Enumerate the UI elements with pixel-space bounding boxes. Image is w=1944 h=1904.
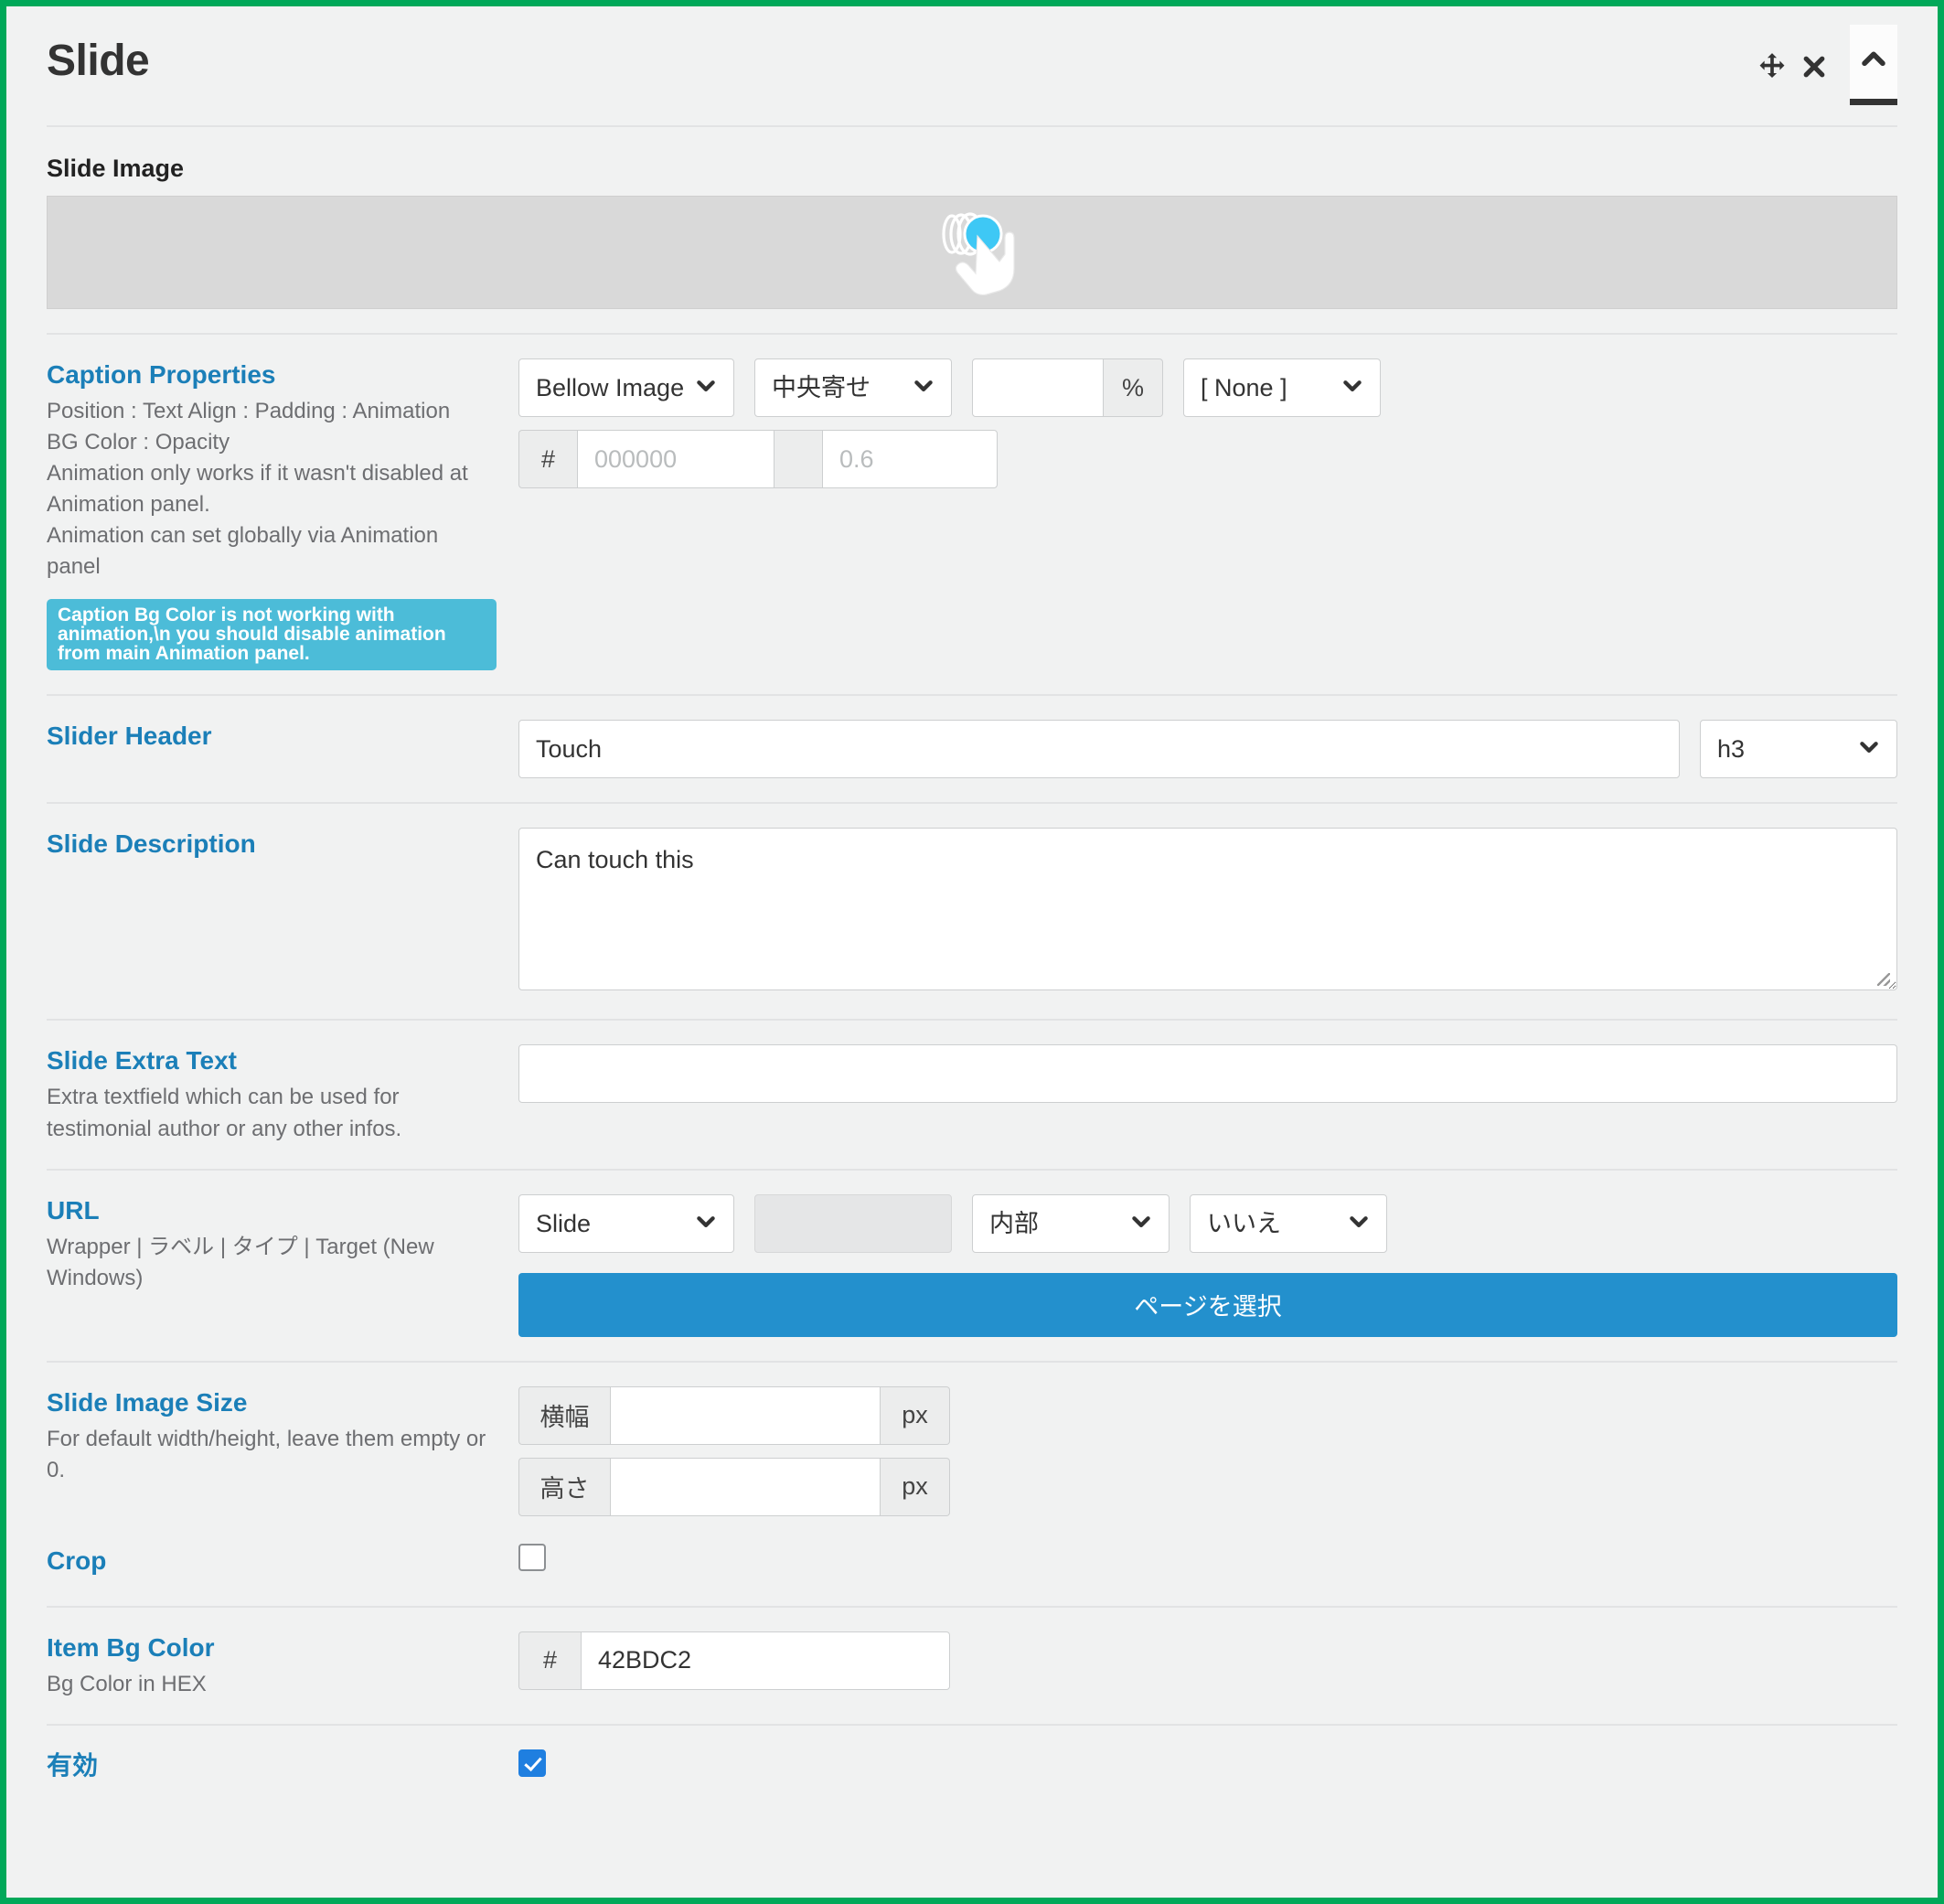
caption-desc-line-2: BG Color : Opacity: [47, 430, 230, 455]
item-bg-color-label: Item Bg Color: [47, 1632, 215, 1662]
item-bg-color-description: Bg Color in HEX: [47, 1671, 207, 1696]
slide-settings-panel: Slide Slide Image Caption Properties Pos…: [0, 0, 1944, 1904]
hash-prefix-icon: #: [518, 430, 577, 488]
slide-height-group: 高さ px: [518, 1457, 1897, 1516]
url-type-select[interactable]: 内部: [972, 1193, 1170, 1253]
slider-header-section: Slider Header h3: [47, 696, 1897, 805]
select-page-button[interactable]: ページを選択: [518, 1272, 1897, 1337]
crop-checkbox[interactable]: [518, 1543, 546, 1571]
caption-opacity-divider: [774, 430, 822, 488]
slide-image-size-section: Slide Image Size For default width/heigh…: [47, 1363, 1897, 1608]
enabled-label: 有効: [47, 1750, 99, 1780]
caption-properties-description: Position : Text Align : Padding : Animat…: [47, 396, 497, 583]
caption-position-select[interactable]: Bellow Image: [518, 358, 734, 417]
slide-image-section: Slide Image: [47, 127, 1897, 335]
slide-image-label: Slide Image: [47, 155, 185, 182]
caption-animation-select[interactable]: [ None ]: [1183, 358, 1382, 417]
slide-width-input[interactable]: [610, 1385, 881, 1445]
caption-animation-notice: Caption Bg Color is not working with ani…: [47, 599, 497, 671]
slide-height-unit: px: [881, 1457, 950, 1516]
caption-padding-input[interactable]: [972, 358, 1104, 417]
slide-image-preview[interactable]: [47, 196, 1897, 309]
caption-desc-line-3: Animation only works if it wasn't disabl…: [47, 461, 468, 518]
caption-bg-color-group: #: [518, 430, 998, 488]
caption-position-select-wrap: Bellow Image: [518, 358, 734, 417]
slider-header-label: Slider Header: [47, 722, 212, 751]
crop-label: Crop: [47, 1546, 107, 1575]
slider-header-input[interactable]: [518, 720, 1680, 779]
url-section: URL Wrapper | ラベル | タイプ | Target (New Wi…: [47, 1171, 1897, 1363]
panel-header-tools: [1751, 25, 1897, 105]
caption-text-align-select[interactable]: 中央寄せ: [754, 358, 952, 417]
url-label-input-disabled: [754, 1193, 952, 1253]
slide-width-unit: px: [881, 1385, 950, 1445]
url-type-select-wrap: 内部: [972, 1193, 1170, 1253]
caption-properties-label: Caption Properties: [47, 360, 276, 389]
slide-image-size-description: For default width/height, leave them emp…: [47, 1426, 486, 1482]
slide-extra-text-input[interactable]: [518, 1044, 1897, 1104]
touch-gesture-icon: [921, 201, 1023, 305]
item-bg-color-section: Item Bg Color Bg Color in HEX #: [47, 1608, 1897, 1726]
collapse-toggle[interactable]: [1850, 25, 1897, 105]
item-bg-color-input[interactable]: [581, 1631, 950, 1690]
slider-header-tag-select[interactable]: h3: [1700, 720, 1897, 779]
slider-header-tag-select-wrap: h3: [1700, 720, 1897, 779]
url-wrapper-select-wrap: Slide: [518, 1193, 734, 1253]
url-target-select-wrap: いいえ: [1190, 1193, 1387, 1253]
caption-desc-line-4: Animation can set globally via Animation…: [47, 523, 439, 580]
slide-image-size-label: Slide Image Size: [47, 1387, 248, 1417]
caption-animation-select-wrap: [ None ]: [1183, 358, 1382, 417]
slide-extra-text-label: Slide Extra Text: [47, 1046, 238, 1075]
hash-prefix-icon: #: [518, 1631, 581, 1690]
caption-text-align-select-wrap: 中央寄せ: [754, 358, 952, 417]
caption-bg-color-input[interactable]: [577, 430, 774, 488]
caption-desc-line-1: Position : Text Align : Padding : Animat…: [47, 399, 451, 423]
slide-description-label: Slide Description: [47, 829, 256, 859]
url-description: Wrapper | ラベル | タイプ | Target (New Window…: [47, 1234, 434, 1290]
crop-field: [518, 1543, 1897, 1571]
slide-extra-text-description: Extra textfield which can be used for te…: [47, 1085, 402, 1141]
page-title: Slide: [47, 37, 150, 85]
url-target-select[interactable]: いいえ: [1190, 1193, 1387, 1253]
slide-extra-text-section: Slide Extra Text Extra textfield which c…: [47, 1021, 1897, 1171]
slide-description-section: Slide Description Can touch this: [47, 804, 1897, 1022]
slide-width-group: 横幅 px: [518, 1385, 1897, 1445]
slide-width-addon: 横幅: [518, 1385, 610, 1445]
slide-height-input[interactable]: [610, 1457, 881, 1516]
caption-padding-unit: %: [1104, 358, 1164, 417]
panel-header: Slide: [47, 6, 1897, 127]
enabled-checkbox[interactable]: [518, 1749, 546, 1777]
caption-padding-group: %: [972, 358, 1164, 417]
slide-description-textarea[interactable]: Can touch this: [518, 828, 1897, 991]
slide-height-addon: 高さ: [518, 1457, 610, 1516]
move-icon[interactable]: [1751, 45, 1793, 89]
item-bg-color-group: #: [518, 1631, 1897, 1690]
enabled-section: 有効: [47, 1726, 1897, 1811]
caption-opacity-input[interactable]: [822, 430, 998, 488]
caption-properties-section: Caption Properties Position : Text Align…: [47, 335, 1897, 697]
url-wrapper-select[interactable]: Slide: [518, 1193, 734, 1253]
url-label: URL: [47, 1195, 100, 1225]
chevron-up-icon: [1858, 44, 1889, 80]
close-icon[interactable]: [1793, 45, 1835, 89]
